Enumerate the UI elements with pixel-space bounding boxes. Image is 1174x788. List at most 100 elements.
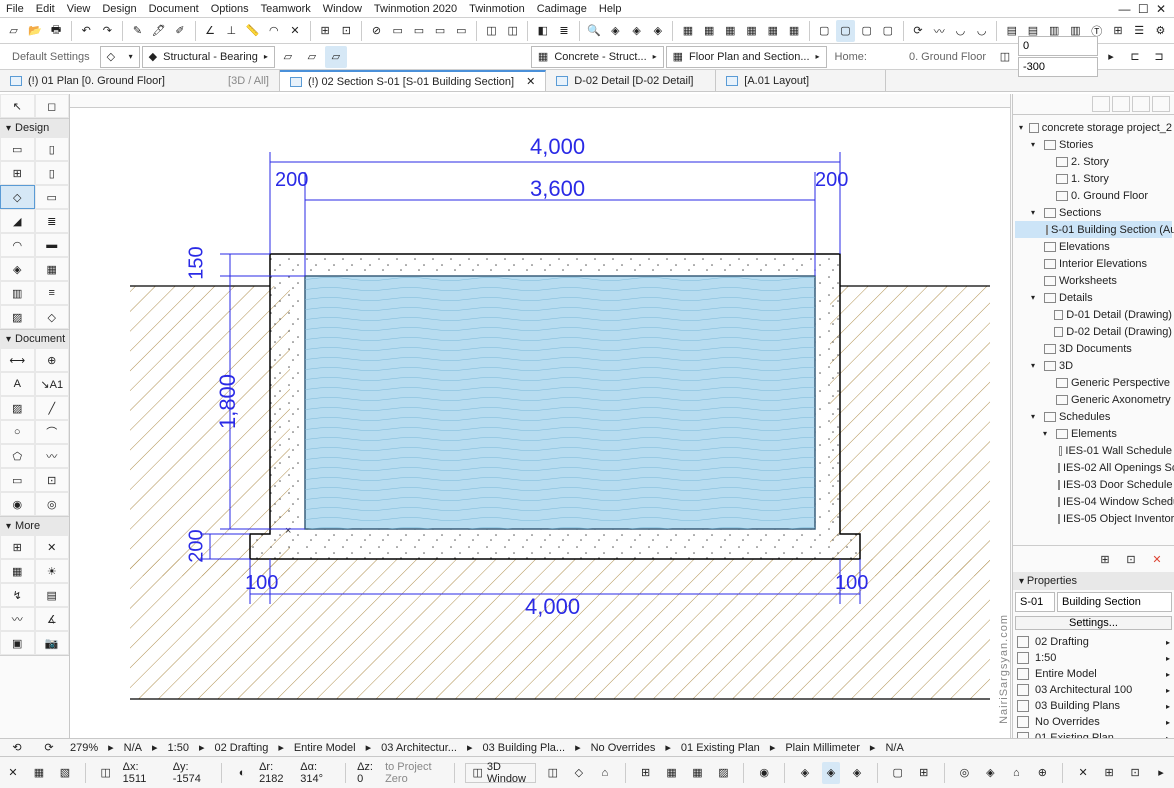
tbtn-1[interactable]: ◈ (606, 20, 625, 42)
renovation[interactable]: 01 Existing Plan (681, 742, 760, 754)
design-section[interactable]: ▾ Design (0, 119, 69, 137)
document-section[interactable]: ▾ Document (0, 330, 69, 348)
coord-x-input[interactable] (1018, 36, 1098, 56)
detail-tool[interactable]: ◎ (35, 492, 70, 516)
arch-filter[interactable]: 03 Architectur... (381, 742, 457, 754)
drawing-tool[interactable]: ▭ (0, 468, 35, 492)
tbtn-6[interactable]: ▦ (784, 20, 803, 42)
circle-tool[interactable]: ○ (0, 420, 35, 444)
end-icon[interactable]: ⊐ (1148, 46, 1170, 68)
sb-f1[interactable]: ✕ (1074, 762, 1092, 784)
attrib-icon[interactable]: ◧ (533, 20, 552, 42)
pen-icon[interactable]: 🖊 (149, 20, 168, 42)
undo-icon[interactable]: ↶ (77, 20, 96, 42)
tree-node[interactable]: ▾Stories (1015, 136, 1172, 153)
tbtn-roof[interactable]: ▦ (721, 20, 740, 42)
menu-edit[interactable]: Edit (36, 3, 55, 15)
polyline-tool[interactable]: ⬠ (0, 444, 35, 468)
sb-e4[interactable]: ⊕ (1033, 762, 1051, 784)
group1-icon[interactable]: ◫ (482, 20, 501, 42)
marker-icon[interactable]: ✐ (170, 20, 189, 42)
marquee-tool[interactable]: ◻ (35, 94, 70, 118)
tree-node[interactable]: IES-01 Wall Schedule (1015, 442, 1172, 459)
tree-node[interactable]: ▾Details (1015, 289, 1172, 306)
line-tool[interactable]: ╱ (35, 396, 70, 420)
spline-tool[interactable]: 〰 (35, 444, 70, 468)
sb-polar-icon[interactable]: ◐ (233, 762, 251, 784)
tree-node[interactable]: IES-05 Object Inventory (1015, 510, 1172, 527)
arc-tool[interactable]: ⌒ (35, 420, 70, 444)
mesh-tool[interactable]: ▦ (35, 257, 70, 281)
fill-tool[interactable]: ▨ (0, 396, 35, 420)
more-section[interactable]: ▾ More (0, 517, 69, 535)
sb-b5[interactable]: ▦ (663, 762, 681, 784)
sb-b2[interactable]: ◇ (570, 762, 588, 784)
stair-icon[interactable]: ≣ (554, 20, 573, 42)
prop-name-input[interactable] (1057, 592, 1172, 612)
property-row[interactable]: 03 Architectural 100▸ (1013, 682, 1174, 698)
open-icon[interactable]: 📂 (25, 20, 44, 42)
sb-d1[interactable]: ▢ (889, 762, 907, 784)
tbtn-e7[interactable]: ☰ (1130, 20, 1149, 42)
story-icon[interactable]: ◫ (994, 46, 1016, 68)
tab-layout[interactable]: [A.01 Layout] (716, 70, 886, 91)
menu-help[interactable]: Help (599, 3, 622, 15)
sb-c1[interactable]: ◈ (796, 762, 814, 784)
tree-del-icon[interactable]: ✕ (1146, 548, 1168, 570)
tbtn-box1[interactable]: ▢ (815, 20, 834, 42)
prop-id-input[interactable] (1015, 592, 1055, 612)
tab-detail[interactable]: D-02 Detail [D-02 Detail] (546, 70, 716, 91)
drawing-area[interactable]: × 4,000 200 200 3,600 150 1,800 200 100 … (70, 94, 1012, 756)
menu-document[interactable]: Document (149, 3, 199, 15)
tree-dup-icon[interactable]: ⊡ (1120, 548, 1142, 570)
sb-c3[interactable]: ◈ (848, 762, 866, 784)
stair-tool[interactable]: ≣ (35, 209, 70, 233)
sb-e2[interactable]: ◈ (981, 762, 999, 784)
morph-tool[interactable]: ◈ (0, 257, 35, 281)
railing-tool[interactable]: ≡ (35, 281, 70, 305)
penset[interactable]: 02 Drafting (215, 742, 269, 754)
tree-node[interactable]: D-01 Detail (Drawing) (1015, 306, 1172, 323)
menu-design[interactable]: Design (102, 3, 136, 15)
change-tool[interactable]: ↯ (0, 583, 35, 607)
settings-button[interactable]: Settings... (1015, 616, 1172, 630)
window-tool[interactable]: ⊞ (0, 161, 35, 185)
close-palette-icon[interactable]: ✕ (4, 762, 22, 784)
link-icon[interactable]: ▸ (1100, 46, 1122, 68)
camera-tool[interactable]: 📷 (35, 631, 70, 655)
tbtn-box2[interactable]: ▢ (836, 20, 855, 42)
hotspot-tool[interactable]: ✕ (35, 535, 70, 559)
properties-header[interactable]: ▾ Properties (1013, 572, 1174, 590)
close-icon[interactable]: ✕ (526, 75, 535, 88)
coord-y-input[interactable] (1018, 57, 1098, 77)
tree-node[interactable]: ▾Schedules (1015, 408, 1172, 425)
gm1-icon[interactable]: ▱ (277, 46, 299, 68)
layer1-icon[interactable]: ▭ (388, 20, 407, 42)
find-icon[interactable]: 🔍 (585, 20, 604, 42)
group2-icon[interactable]: ◫ (503, 20, 522, 42)
sb-b3[interactable]: ⌂ (596, 762, 614, 784)
tree-node[interactable]: 0. Ground Floor (1015, 187, 1172, 204)
slab-tool[interactable]: ◇ (0, 185, 35, 209)
property-row[interactable]: 02 Drafting▸ (1013, 634, 1174, 650)
layer-combo[interactable]: ◆ Structural - Bearing▸ (142, 46, 275, 68)
layer3-icon[interactable]: ▭ (431, 20, 450, 42)
tbtn-curve[interactable]: 〰 (930, 20, 949, 42)
property-row[interactable]: Entire Model▸ (1013, 666, 1174, 682)
protractor-icon[interactable]: ◠ (264, 20, 283, 42)
default-settings-label[interactable]: Default Settings (4, 51, 98, 63)
tab-section[interactable]: (!) 02 Section S-01 [S-01 Building Secti… (280, 70, 546, 91)
navigator-tabs[interactable] (1013, 94, 1174, 115)
window-controls[interactable]: — ☐ ✕ (1119, 2, 1168, 16)
menu-twinmotion2020[interactable]: Twinmotion 2020 (374, 3, 457, 15)
tree-node[interactable]: ▾3D (1015, 357, 1172, 374)
sb-b4[interactable]: ⊞ (637, 762, 655, 784)
curtain-tool[interactable]: ▥ (0, 281, 35, 305)
tbtn-e6[interactable]: ⊞ (1108, 20, 1127, 42)
label-tool[interactable]: ↘A1 (35, 372, 70, 396)
tree-node[interactable]: IES-04 Window Schedule (1015, 493, 1172, 510)
ruler-icon[interactable]: 📏 (243, 20, 262, 42)
tree-node[interactable]: Worksheets (1015, 272, 1172, 289)
lock-icon[interactable]: ⊡ (337, 20, 356, 42)
menu-twinmotion[interactable]: Twinmotion (469, 3, 525, 15)
